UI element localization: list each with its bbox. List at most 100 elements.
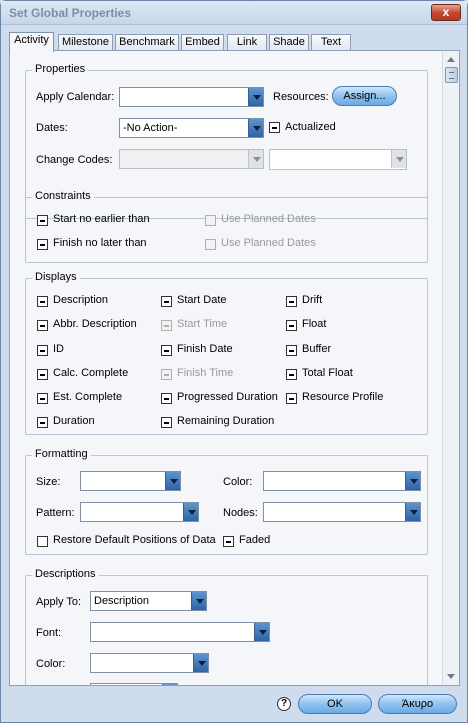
ok-button[interactable]: OK <box>298 694 372 714</box>
faded-label: Faded <box>239 534 271 546</box>
display-remaining-duration-label: Remaining Duration <box>177 415 275 427</box>
size-select[interactable] <box>80 471 181 491</box>
chevron-down-icon <box>183 503 198 521</box>
formatting-group: Formatting Size: Color: Pattern: Nodes: … <box>25 448 428 555</box>
display-abbr-description-checkbox[interactable] <box>37 320 48 331</box>
apply-to-select[interactable]: Description <box>90 591 207 611</box>
nodes-select[interactable] <box>263 502 421 522</box>
display-drift-checkbox[interactable] <box>286 296 297 307</box>
tab-link[interactable]: Link <box>227 34 267 51</box>
chevron-down-icon <box>191 592 206 610</box>
descriptions-color-select[interactable] <box>90 653 209 673</box>
display-buffer-checkbox[interactable] <box>286 345 297 356</box>
display-description-label: Description <box>53 294 109 306</box>
cancel-button[interactable]: Άκυρο <box>378 694 457 714</box>
display-description-checkbox[interactable] <box>37 296 48 307</box>
descriptions-extra-select[interactable] <box>90 683 178 685</box>
display-est-complete-checkbox[interactable] <box>37 393 48 404</box>
display-start-date-checkbox[interactable] <box>161 296 172 307</box>
display-id-checkbox[interactable] <box>37 345 48 356</box>
scroll-up-icon[interactable] <box>447 57 455 62</box>
change-codes-label: Change Codes: <box>36 154 113 166</box>
finish-no-later-checkbox[interactable] <box>37 239 48 250</box>
use-planned-dates-2-label: Use Planned Dates <box>221 237 316 249</box>
display-drift-label: Drift <box>302 294 323 306</box>
displays-group: Displays Description Abbr. Description I… <box>25 271 428 435</box>
formatting-color-select[interactable] <box>263 471 421 491</box>
dates-label: Dates: <box>36 122 68 134</box>
tab-benchmark[interactable]: Benchmark <box>115 34 179 51</box>
faded-checkbox[interactable] <box>223 536 234 547</box>
display-start-time-checkbox[interactable] <box>161 320 172 331</box>
display-finish-date-checkbox[interactable] <box>161 345 172 356</box>
change-codes-value-select[interactable] <box>269 149 407 170</box>
nodes-label: Nodes: <box>223 507 258 519</box>
help-icon[interactable]: ? <box>277 697 291 711</box>
tab-milestone[interactable]: Milestone <box>58 34 113 51</box>
actualized-label: Actualized <box>285 121 336 133</box>
display-duration-checkbox[interactable] <box>37 417 48 428</box>
tab-shade[interactable]: Shade <box>269 34 309 51</box>
use-planned-dates-2-checkbox[interactable] <box>205 239 216 250</box>
font-label: Font: <box>36 627 62 639</box>
display-float-label: Float <box>302 318 327 330</box>
display-progressed-duration-checkbox[interactable] <box>161 393 172 404</box>
display-abbr-description-label: Abbr. Description <box>53 318 137 330</box>
display-remaining-duration-checkbox[interactable] <box>161 417 172 428</box>
display-duration-label: Duration <box>53 415 95 427</box>
display-total-float-label: Total Float <box>302 367 353 379</box>
actualized-checkbox[interactable] <box>269 122 280 133</box>
use-planned-dates-1-checkbox[interactable] <box>205 215 216 226</box>
change-codes-select[interactable] <box>119 149 264 169</box>
display-finish-time-checkbox[interactable] <box>161 369 172 380</box>
formatting-title: Formatting <box>32 448 91 460</box>
display-progressed-duration-label: Progressed Duration <box>177 391 278 403</box>
resources-label: Resources: <box>273 91 329 103</box>
scroll-down-icon[interactable] <box>447 674 455 679</box>
tab-activity[interactable]: Activity <box>9 32 54 52</box>
display-total-float-checkbox[interactable] <box>286 369 297 380</box>
formatting-color-label: Color: <box>223 476 253 488</box>
font-select[interactable] <box>90 622 270 642</box>
display-calc-complete-checkbox[interactable] <box>37 369 48 380</box>
pattern-select[interactable] <box>80 502 199 522</box>
chevron-down-icon <box>391 150 406 168</box>
properties-title: Properties <box>32 63 89 75</box>
displays-title: Displays <box>32 271 80 283</box>
activity-panel: Properties Apply Calendar: Resources: As… <box>9 50 460 686</box>
apply-to-label: Apply To: <box>36 596 82 608</box>
assign-button[interactable]: Assign... <box>332 86 397 106</box>
close-button[interactable]: x <box>431 4 461 21</box>
display-start-date-label: Start Date <box>177 294 227 306</box>
display-finish-date-label: Finish Date <box>177 343 233 355</box>
chevron-down-icon <box>162 684 177 685</box>
display-buffer-label: Buffer <box>302 343 332 355</box>
display-float-checkbox[interactable] <box>286 320 297 331</box>
constraints-title: Constraints <box>32 190 94 202</box>
title-bar: Set Global Properties x <box>1 1 467 25</box>
chevron-down-icon <box>405 472 420 490</box>
tab-embed[interactable]: Embed <box>181 34 224 51</box>
chevron-down-icon <box>248 119 263 137</box>
display-calc-complete-label: Calc. Complete <box>53 367 129 379</box>
vertical-scrollbar[interactable] <box>442 51 459 685</box>
tab-text[interactable]: Text <box>311 34 351 51</box>
chevron-down-icon <box>248 88 263 106</box>
start-no-earlier-checkbox[interactable] <box>37 215 48 226</box>
display-start-time-label: Start Time <box>177 318 228 330</box>
dates-select[interactable]: -No Action- <box>119 118 264 138</box>
apply-calendar-label: Apply Calendar: <box>36 91 115 103</box>
window-title: Set Global Properties <box>9 6 132 20</box>
descriptions-title: Descriptions <box>32 568 99 580</box>
chevron-down-icon <box>248 150 263 168</box>
apply-calendar-select[interactable] <box>119 87 264 107</box>
set-global-properties-dialog: Set Global Properties x Activity Milesto… <box>0 0 468 723</box>
start-no-earlier-label: Start no earlier than <box>53 213 150 225</box>
display-resource-profile-checkbox[interactable] <box>286 393 297 404</box>
restore-default-positions-checkbox[interactable] <box>37 536 48 547</box>
chevron-down-icon <box>405 503 420 521</box>
display-id-label: ID <box>53 343 64 355</box>
chevron-down-icon <box>193 654 208 672</box>
display-est-complete-label: Est. Complete <box>53 391 123 403</box>
scroll-thumb[interactable] <box>445 67 458 83</box>
